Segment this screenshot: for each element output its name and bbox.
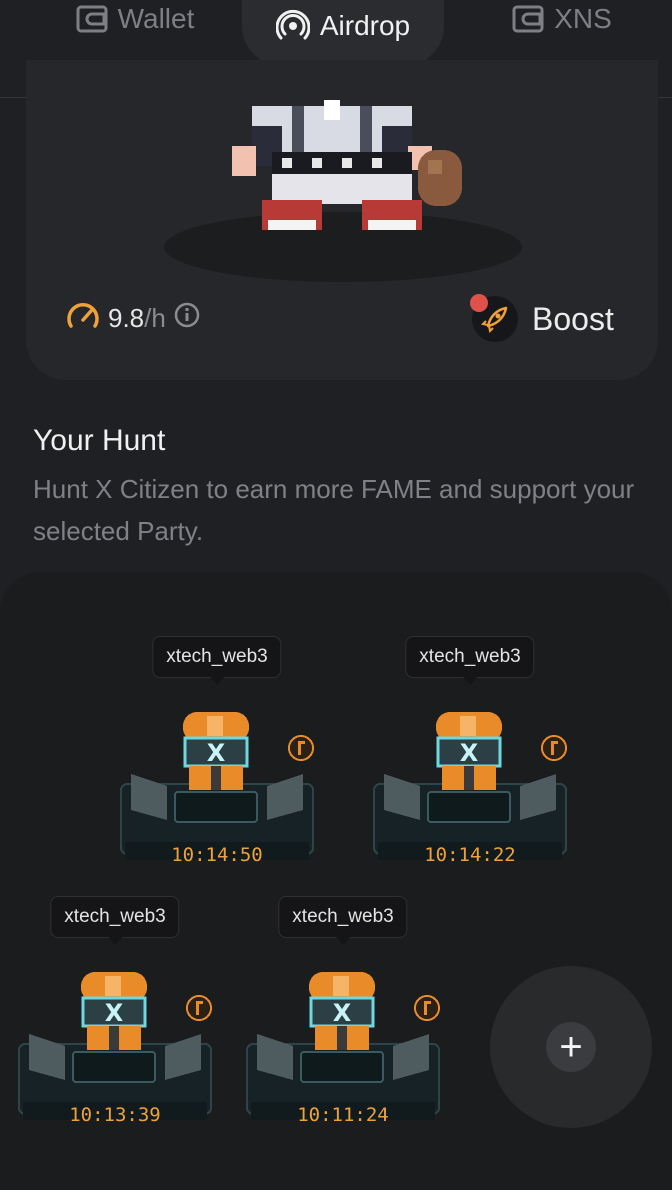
- section-title: Your Hunt: [33, 424, 166, 457]
- tab-airdrop-label: Airdrop: [319, 10, 411, 41]
- boost-label: Boost: [532, 300, 614, 337]
- hunter-slot[interactable]: xtech_web3 X 10:14:50: [117, 636, 317, 876]
- svg-text:X: X: [333, 999, 352, 1027]
- earning-rate: 9.8 /h: [66, 300, 200, 336]
- notification-dot: [470, 294, 488, 312]
- rate-unit: /h: [144, 302, 166, 333]
- hunter-slot[interactable]: xtech_web3 X 10:14:22: [370, 636, 570, 876]
- hunter-timer: 10:14:50: [171, 844, 263, 866]
- hunter-name-tag: xtech_web3: [152, 636, 282, 685]
- tab-airdrop[interactable]: Airdrop: [242, 0, 444, 66]
- section-description: Hunt X Citizen to earn more FAME and sup…: [33, 474, 635, 546]
- tab-xns[interactable]: XNS: [502, 0, 622, 52]
- hunter-slot[interactable]: xtech_web3 X 10:13:39: [15, 896, 215, 1136]
- tab-wallet-label: Wallet: [117, 3, 195, 34]
- hunter-name-tag: xtech_web3: [405, 636, 535, 685]
- svg-text:X: X: [105, 999, 124, 1027]
- svg-text:X: X: [460, 739, 479, 767]
- tab-wallet[interactable]: Wallet: [60, 0, 210, 52]
- svg-text:X: X: [207, 739, 226, 767]
- speedometer-icon: [66, 300, 100, 337]
- hunter-slot[interactable]: xtech_web3 X 10:11:24: [243, 896, 443, 1136]
- add-hunt-slot[interactable]: +: [490, 966, 652, 1128]
- tab-xns-label: XNS: [554, 3, 612, 34]
- boost-button[interactable]: Boost: [470, 294, 614, 344]
- airdrop-signal-icon: [275, 9, 310, 43]
- hunter-name-tag: xtech_web3: [50, 896, 180, 945]
- pixel-character: [232, 96, 472, 251]
- add-button[interactable]: +: [546, 1022, 596, 1072]
- plus-icon: +: [559, 1025, 583, 1069]
- wallet-icon: [76, 5, 108, 33]
- wallet-icon: [512, 5, 544, 33]
- hunter-timer: 10:13:39: [69, 1104, 161, 1126]
- rate-value: 9.8: [108, 302, 145, 333]
- rocket-icon: [470, 294, 518, 342]
- info-icon[interactable]: [174, 302, 200, 335]
- hunter-timer: 10:11:24: [297, 1104, 389, 1126]
- hunter-timer: 10:14:22: [424, 844, 516, 866]
- hunter-name-tag: xtech_web3: [278, 896, 408, 945]
